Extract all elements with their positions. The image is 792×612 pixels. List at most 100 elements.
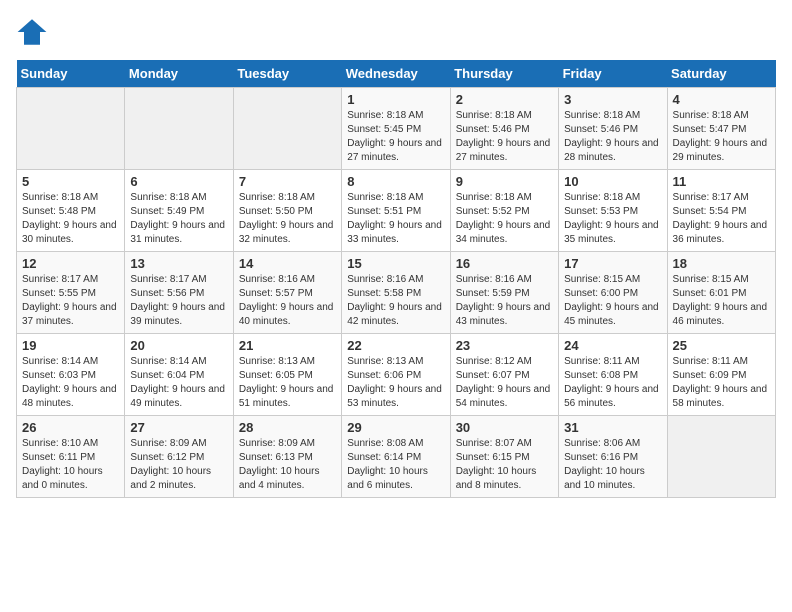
day-number: 3	[564, 92, 661, 107]
calendar-cell: 20Sunrise: 8:14 AM Sunset: 6:04 PM Dayli…	[125, 334, 233, 416]
calendar-cell	[667, 416, 775, 498]
calendar-cell: 2 Sunrise: 8:18 AM Sunset: 5:46 PM Daylig…	[450, 88, 558, 170]
calendar-cell: 27 Sunrise: 8:09 AM Sunset: 6:12 PM Dayli…	[125, 416, 233, 498]
calendar-cell: 1 Sunrise: 8:18 AM Sunset: 5:45 PM Daylig…	[342, 88, 450, 170]
day-info: Sunrise: 8:18 AM Sunset: 5:53 PM Dayligh…	[564, 191, 661, 247]
day-info: Sunrise: 8:13 AM Sunset: 6:06 PM Dayligh…	[347, 355, 444, 411]
calendar-cell: 11 Sunrise: 8:17 AM Sunset: 5:54 PM Dayli…	[667, 170, 775, 252]
day-info: Sunrise: 8:18 AM Sunset: 5:45 PM Dayligh…	[347, 109, 444, 165]
calendar-cell: 9 Sunrise: 8:18 AM Sunset: 5:52 PM Daylig…	[450, 170, 558, 252]
day-header-thursday: Thursday	[450, 60, 558, 88]
day-number: 25	[673, 338, 770, 353]
day-number: 16	[456, 256, 553, 271]
day-info: Sunrise: 8:18 AM Sunset: 5:46 PM Dayligh…	[456, 109, 553, 165]
calendar-cell: 6Sunrise: 8:18 AM Sunset: 5:49 PM Daylig…	[125, 170, 233, 252]
day-number: 7	[239, 174, 336, 189]
day-number: 23	[456, 338, 553, 353]
day-number: 4	[673, 92, 770, 107]
calendar-cell: 7 Sunrise: 8:18 AM Sunset: 5:50 PM Daylig…	[233, 170, 341, 252]
day-number: 10	[564, 174, 661, 189]
day-number: 12	[22, 256, 119, 271]
day-number: 30	[456, 420, 553, 435]
calendar-cell: 24Sunrise: 8:11 AM Sunset: 6:08 PM Dayli…	[559, 334, 667, 416]
calendar-cell: 4 Sunrise: 8:18 AM Sunset: 5:47 PM Daylig…	[667, 88, 775, 170]
calendar-cell: 29 Sunrise: 8:08 AM Sunset: 6:14 PM Dayli…	[342, 416, 450, 498]
day-header-saturday: Saturday	[667, 60, 775, 88]
day-number: 11	[673, 174, 770, 189]
calendar-cell: 28Sunrise: 8:09 AM Sunset: 6:13 PM Dayli…	[233, 416, 341, 498]
day-info: Sunrise: 8:11 AM Sunset: 6:09 PM Dayligh…	[673, 355, 770, 411]
calendar-cell	[125, 88, 233, 170]
day-info: Sunrise: 8:13 AM Sunset: 6:05 PM Dayligh…	[239, 355, 336, 411]
day-info: Sunrise: 8:09 AM Sunset: 6:13 PM Dayligh…	[239, 437, 336, 493]
calendar-cell: 15Sunrise: 8:16 AM Sunset: 5:58 PM Dayli…	[342, 252, 450, 334]
day-info: Sunrise: 8:18 AM Sunset: 5:46 PM Dayligh…	[564, 109, 661, 165]
logo-icon	[16, 16, 48, 48]
day-info: Sunrise: 8:18 AM Sunset: 5:52 PM Dayligh…	[456, 191, 553, 247]
day-info: Sunrise: 8:18 AM Sunset: 5:48 PM Dayligh…	[22, 191, 119, 247]
day-info: Sunrise: 8:07 AM Sunset: 6:15 PM Dayligh…	[456, 437, 553, 493]
day-number: 17	[564, 256, 661, 271]
day-info: Sunrise: 8:12 AM Sunset: 6:07 PM Dayligh…	[456, 355, 553, 411]
logo	[16, 16, 52, 48]
day-info: Sunrise: 8:15 AM Sunset: 6:00 PM Dayligh…	[564, 273, 661, 329]
day-info: Sunrise: 8:18 AM Sunset: 5:49 PM Dayligh…	[130, 191, 227, 247]
calendar-table: SundayMondayTuesdayWednesdayThursdayFrid…	[16, 60, 776, 498]
day-info: Sunrise: 8:18 AM Sunset: 5:50 PM Dayligh…	[239, 191, 336, 247]
day-header-friday: Friday	[559, 60, 667, 88]
day-number: 1	[347, 92, 444, 107]
calendar-cell: 26Sunrise: 8:10 AM Sunset: 6:11 PM Dayli…	[17, 416, 125, 498]
day-number: 19	[22, 338, 119, 353]
calendar-cell: 12 Sunrise: 8:17 AM Sunset: 5:55 PM Dayli…	[17, 252, 125, 334]
day-number: 27	[130, 420, 227, 435]
day-info: Sunrise: 8:18 AM Sunset: 5:51 PM Dayligh…	[347, 191, 444, 247]
day-number: 15	[347, 256, 444, 271]
day-number: 8	[347, 174, 444, 189]
day-number: 18	[673, 256, 770, 271]
calendar-cell: 13 Sunrise: 8:17 AM Sunset: 5:56 PM Dayli…	[125, 252, 233, 334]
day-info: Sunrise: 8:18 AM Sunset: 5:47 PM Dayligh…	[673, 109, 770, 165]
day-header-wednesday: Wednesday	[342, 60, 450, 88]
day-info: Sunrise: 8:16 AM Sunset: 5:59 PM Dayligh…	[456, 273, 553, 329]
day-info: Sunrise: 8:09 AM Sunset: 6:12 PM Dayligh…	[130, 437, 227, 493]
day-number: 9	[456, 174, 553, 189]
day-info: Sunrise: 8:17 AM Sunset: 5:54 PM Dayligh…	[673, 191, 770, 247]
calendar-cell: 22Sunrise: 8:13 AM Sunset: 6:06 PM Dayli…	[342, 334, 450, 416]
day-info: Sunrise: 8:11 AM Sunset: 6:08 PM Dayligh…	[564, 355, 661, 411]
day-header-tuesday: Tuesday	[233, 60, 341, 88]
day-info: Sunrise: 8:14 AM Sunset: 6:03 PM Dayligh…	[22, 355, 119, 411]
day-number: 5	[22, 174, 119, 189]
day-number: 2	[456, 92, 553, 107]
day-number: 21	[239, 338, 336, 353]
calendar-cell: 5 Sunrise: 8:18 AM Sunset: 5:48 PM Daylig…	[17, 170, 125, 252]
day-info: Sunrise: 8:17 AM Sunset: 5:56 PM Dayligh…	[130, 273, 227, 329]
calendar-cell: 17 Sunrise: 8:15 AM Sunset: 6:00 PM Dayli…	[559, 252, 667, 334]
calendar-cell: 19 Sunrise: 8:14 AM Sunset: 6:03 PM Dayli…	[17, 334, 125, 416]
calendar-cell: 30 Sunrise: 8:07 AM Sunset: 6:15 PM Dayli…	[450, 416, 558, 498]
calendar-cell: 23 Sunrise: 8:12 AM Sunset: 6:07 PM Dayli…	[450, 334, 558, 416]
calendar-cell: 14Sunrise: 8:16 AM Sunset: 5:57 PM Dayli…	[233, 252, 341, 334]
calendar-cell: 31 Sunrise: 8:06 AM Sunset: 6:16 PM Dayli…	[559, 416, 667, 498]
calendar-week-row: 1 Sunrise: 8:18 AM Sunset: 5:45 PM Daylig…	[17, 88, 776, 170]
calendar-cell	[233, 88, 341, 170]
calendar-cell: 10 Sunrise: 8:18 AM Sunset: 5:53 PM Dayli…	[559, 170, 667, 252]
day-info: Sunrise: 8:06 AM Sunset: 6:16 PM Dayligh…	[564, 437, 661, 493]
day-number: 29	[347, 420, 444, 435]
day-header-monday: Monday	[125, 60, 233, 88]
day-header-row: SundayMondayTuesdayWednesdayThursdayFrid…	[17, 60, 776, 88]
calendar-cell: 18 Sunrise: 8:15 AM Sunset: 6:01 PM Dayli…	[667, 252, 775, 334]
day-info: Sunrise: 8:17 AM Sunset: 5:55 PM Dayligh…	[22, 273, 119, 329]
day-number: 31	[564, 420, 661, 435]
calendar-cell: 25 Sunrise: 8:11 AM Sunset: 6:09 PM Dayli…	[667, 334, 775, 416]
calendar-cell: 21 Sunrise: 8:13 AM Sunset: 6:05 PM Dayli…	[233, 334, 341, 416]
calendar-cell: 3 Sunrise: 8:18 AM Sunset: 5:46 PM Daylig…	[559, 88, 667, 170]
calendar-cell: 16 Sunrise: 8:16 AM Sunset: 5:59 PM Dayli…	[450, 252, 558, 334]
day-info: Sunrise: 8:14 AM Sunset: 6:04 PM Dayligh…	[130, 355, 227, 411]
day-number: 13	[130, 256, 227, 271]
day-info: Sunrise: 8:15 AM Sunset: 6:01 PM Dayligh…	[673, 273, 770, 329]
day-number: 26	[22, 420, 119, 435]
day-info: Sunrise: 8:08 AM Sunset: 6:14 PM Dayligh…	[347, 437, 444, 493]
page-header	[16, 16, 776, 48]
calendar-week-row: 5 Sunrise: 8:18 AM Sunset: 5:48 PM Daylig…	[17, 170, 776, 252]
calendar-week-row: 19 Sunrise: 8:14 AM Sunset: 6:03 PM Dayli…	[17, 334, 776, 416]
